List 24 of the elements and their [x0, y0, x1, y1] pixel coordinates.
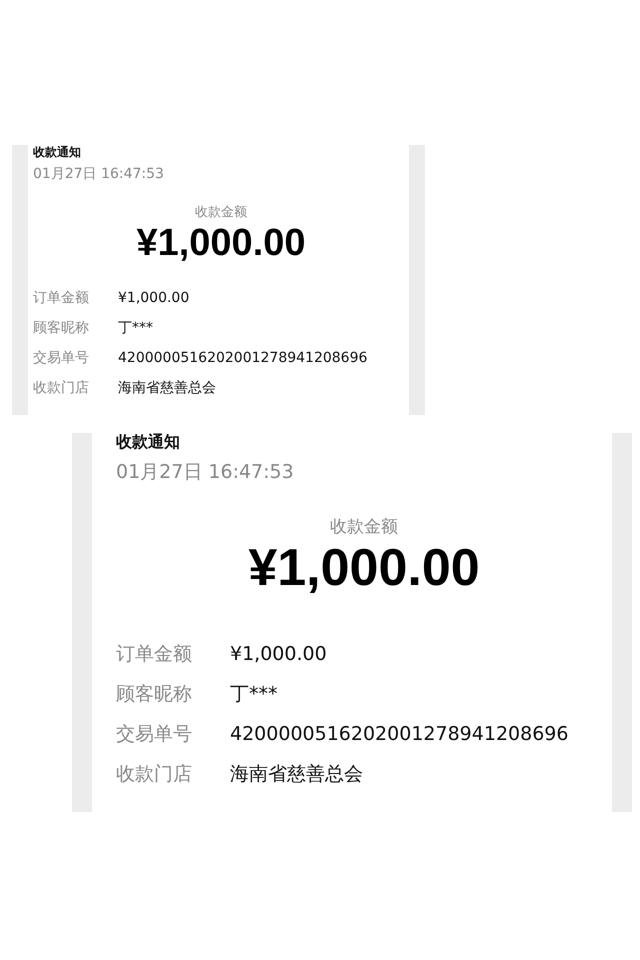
detail-value: 丁*** — [230, 682, 278, 707]
detail-value: 4200000516202001278941208696 — [230, 723, 568, 745]
detail-value: 丁*** — [118, 319, 153, 337]
amount-value: ¥1,000.00 — [247, 538, 481, 598]
amount-label: 收款金额 — [194, 204, 248, 221]
detail-label: 交易单号 — [33, 349, 90, 367]
amount-value: ¥1,000.00 — [135, 221, 307, 265]
detail-label: 顾客昵称 — [116, 682, 193, 707]
detail-value: 4200000516202001278941208696 — [118, 350, 368, 366]
detail-value: ¥1,000.00 — [230, 643, 327, 665]
detail-label: 订单金额 — [33, 289, 90, 307]
detail-label: 交易单号 — [116, 722, 193, 747]
detail-label: 收款门店 — [33, 379, 90, 397]
detail-label: 顾客昵称 — [33, 319, 90, 337]
detail-label: 订单金额 — [116, 642, 193, 667]
card-title: 收款通知 — [116, 433, 181, 451]
card-title: 收款通知 — [33, 145, 82, 159]
timestamp: 01月27日 16:47:53 — [33, 165, 165, 183]
detail-value: ¥1,000.00 — [118, 290, 190, 306]
detail-value: 海南省慈善总会 — [118, 379, 216, 397]
timestamp: 01月27日 16:47:53 — [116, 460, 295, 485]
amount-label: 收款金额 — [329, 516, 399, 538]
detail-label: 收款门店 — [116, 762, 193, 787]
detail-value: 海南省慈善总会 — [230, 762, 363, 787]
